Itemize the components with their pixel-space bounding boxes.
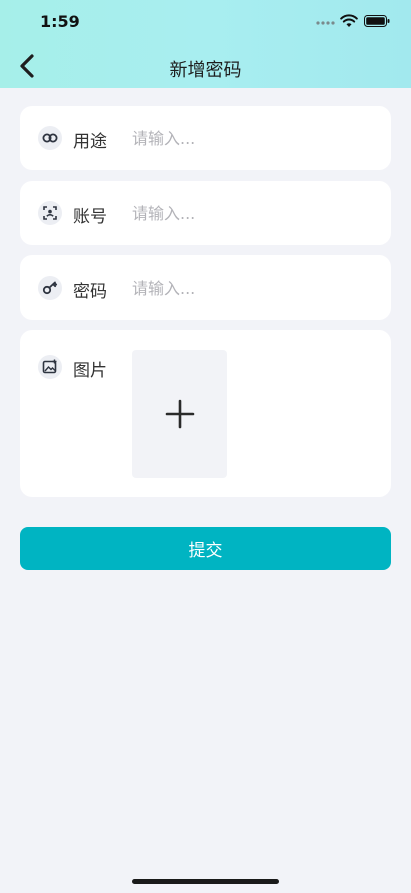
- password-row: 密码: [20, 255, 391, 320]
- status-time: 1:59: [40, 12, 80, 31]
- key-icon: [38, 276, 62, 300]
- image-add-icon: [38, 355, 62, 379]
- password-input[interactable]: [132, 274, 372, 302]
- add-password-screen: 1:59 新增密码 用途 请输入... 账号 请输入... 密码 请输入... …: [0, 0, 411, 893]
- purpose-label: 用途: [73, 132, 107, 152]
- account-row: 账号: [20, 181, 391, 245]
- plus-icon: [165, 399, 194, 429]
- password-label: 密码: [73, 282, 107, 302]
- image-upload-button[interactable]: [132, 350, 227, 478]
- status-bar: 1:59: [0, 0, 411, 44]
- battery-icon: [364, 15, 390, 27]
- nav-bar: 新增密码: [0, 44, 411, 88]
- image-row: 图片: [20, 330, 391, 497]
- header: 1:59 新增密码: [0, 0, 411, 88]
- home-indicator: [132, 879, 279, 884]
- purpose-input[interactable]: [132, 124, 372, 152]
- image-label: 图片: [73, 361, 107, 381]
- account-label: 账号: [73, 207, 107, 227]
- account-input[interactable]: [132, 199, 372, 227]
- link-icon: [38, 126, 62, 150]
- purpose-row: 用途: [20, 106, 391, 170]
- scan-icon: [38, 201, 62, 225]
- submit-button[interactable]: 提交: [20, 527, 391, 570]
- page-title: 新增密码: [169, 60, 242, 81]
- signal-dots-icon: [316, 21, 335, 25]
- wifi-icon: [340, 14, 358, 27]
